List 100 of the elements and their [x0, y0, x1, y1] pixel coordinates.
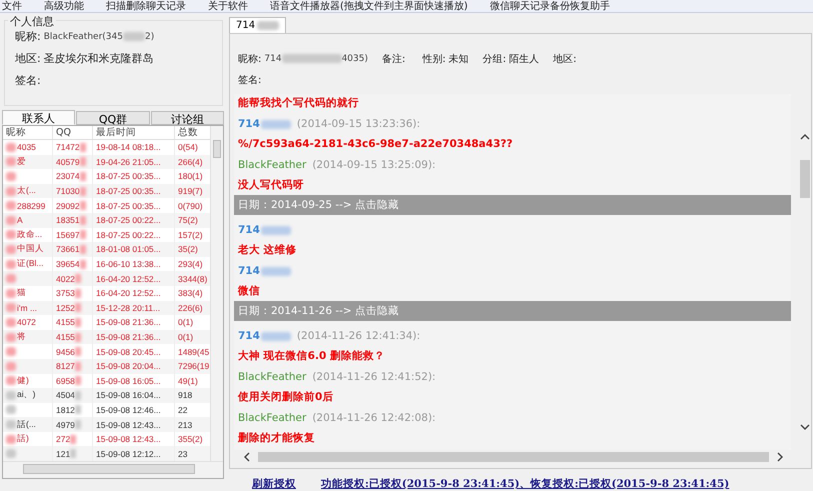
- link[interactable]: 功能授权:已授权(2015-9-8 23:41:45)、恢复授权:已授权(2015-9-8 23:41:45): [321, 477, 730, 491]
- table-cell: 16-04-20 12:52...: [93, 271, 175, 286]
- field-label: 地区:: [15, 51, 41, 66]
- table-cell: 15-09-08 16:04...: [93, 388, 175, 403]
- scroll-thumb[interactable]: [800, 160, 810, 198]
- table-cell: 8127: [56, 361, 75, 372]
- message-text: 大神 现在微信6.0 删除能救？: [238, 349, 386, 364]
- menu-item[interactable]: 关于软件: [208, 1, 248, 12]
- table-cell: 中国人: [17, 243, 44, 256]
- table-cell: 23074: [56, 171, 80, 182]
- menu-item[interactable]: 高级功能: [44, 1, 84, 12]
- table-row[interactable]: 話(... 4979 15-09-08 12:43... 213: [3, 417, 210, 432]
- horizontal-scrollbar[interactable]: [3, 461, 223, 478]
- region-text: 圣皮埃尔和米克隆群岛: [44, 51, 154, 66]
- table-cell: 将: [17, 331, 26, 344]
- table-cell: 4155: [56, 317, 75, 328]
- table-cell: 73661: [56, 244, 80, 254]
- table-row[interactable]: A 18351 18-07-25 00:22... 75(2): [3, 212, 210, 228]
- message-text: 删除的才能恢复: [238, 431, 316, 446]
- table-cell: 猫: [17, 287, 26, 300]
- table-cell: 4504: [56, 390, 75, 400]
- message-text: 能帮我找个写代码的就行: [238, 96, 360, 111]
- message-time: (2014-11-26 12:42:08):: [312, 412, 436, 424]
- table-cell: 4979: [56, 420, 75, 430]
- redaction-block: [260, 226, 291, 234]
- table-cell: 9456: [56, 346, 75, 357]
- table-cell: 71472: [56, 142, 80, 152]
- sender-name: BlackFeather: [238, 159, 306, 171]
- table-cell: 4035: [17, 142, 36, 152]
- tab[interactable]: 联系人: [2, 110, 76, 125]
- sender-name: 714: [238, 118, 260, 130]
- scroll-down-icon[interactable]: [800, 424, 810, 430]
- nickname-text: 714: [264, 54, 282, 64]
- table-cell: 15-12-28 20:11...: [93, 300, 175, 316]
- sender-name: 714: [238, 265, 260, 277]
- table-cell: 39654: [56, 259, 80, 270]
- scroll-thumb[interactable]: [23, 464, 195, 474]
- table-cell: 4072: [17, 317, 36, 328]
- table-cell: 6958: [56, 376, 75, 386]
- table-cell: 15697: [56, 230, 80, 240]
- scroll-left-icon[interactable]: [244, 452, 250, 462]
- vertical-scrollbar[interactable]: [210, 126, 223, 461]
- menu-item[interactable]: 语音文件播放器(拖拽文件到主界面快速播放): [270, 1, 468, 12]
- tab[interactable]: 讨论组: [150, 111, 224, 125]
- table-cell: A: [17, 215, 23, 226]
- table-row[interactable]: 中国人 73661 18-01-08 01:05... 35(2): [3, 242, 210, 257]
- table-row[interactable]: 121 15-09-08 12:12... 23: [3, 446, 210, 461]
- redaction-block: [260, 266, 291, 276]
- field-label: 昵称:: [238, 52, 262, 66]
- table-cell: 15-09-08 20:04...: [93, 358, 175, 374]
- tab[interactable]: 714: [229, 17, 286, 33]
- table-cell: 3753: [56, 288, 75, 298]
- nickname-text: 2): [144, 32, 154, 42]
- table-cell: ai、): [17, 389, 36, 402]
- table-cell: 15-09-08 21:36...: [93, 330, 175, 344]
- sender-name: BlackFeather: [238, 412, 306, 424]
- table-cell: 15-09-08 12:43...: [93, 417, 175, 432]
- table-row[interactable]: i'm ... 1252 15-12-28 20:11... 226(6): [3, 300, 210, 316]
- tab[interactable]: QQ群: [76, 111, 150, 125]
- table-row[interactable]: 太(... 71030 18-07-25 00:35... 919(7): [3, 184, 210, 198]
- table-cell: 政命...: [17, 228, 42, 241]
- column-header[interactable]: 最后时间: [93, 126, 175, 139]
- redaction-block: [282, 54, 342, 63]
- table-row[interactable]: ai、) 4504 15-09-08 16:04... 918: [3, 388, 210, 403]
- menu-item[interactable]: 文件: [2, 1, 22, 12]
- sender-name: 714: [238, 330, 260, 342]
- group-text: 陌生人: [509, 52, 540, 66]
- message-text: 使用关闭删除前0后: [238, 390, 334, 405]
- table-cell: 18-01-08 01:05...: [93, 242, 175, 257]
- link[interactable]: 刷新授权: [252, 477, 296, 491]
- column-header[interactable]: QQ: [53, 126, 93, 139]
- table-cell: i'm ...: [17, 302, 38, 313]
- group-title: 个人信息: [8, 14, 56, 29]
- scroll-up-icon[interactable]: [800, 134, 810, 140]
- table-cell: 18-07-25 00:22...: [93, 212, 175, 228]
- sender-name: BlackFeather: [238, 371, 306, 383]
- field-label: 分组:: [482, 52, 506, 66]
- table-cell: 272: [56, 434, 70, 444]
- table-row[interactable]: 8127 15-09-08 20:04... 7296(19: [3, 358, 210, 374]
- message-text: 老大 这维修: [238, 243, 298, 258]
- message-text: 没人写代码呀: [238, 178, 305, 193]
- table-cell: 太(...: [17, 185, 36, 198]
- scroll-thumb[interactable]: [213, 140, 221, 158]
- menu-item[interactable]: 扫描删除聊天记录: [106, 1, 186, 12]
- nickname-text: BlackFeather(345: [44, 32, 123, 42]
- table-row[interactable]: 将 4155 15-09-08 21:36... 0(1): [3, 330, 210, 344]
- field-label: 签名:: [15, 73, 41, 88]
- field-label: 签名:: [238, 74, 262, 86]
- menu-item[interactable]: 微信聊天记录备份恢复助手: [490, 1, 610, 12]
- table-cell: 健): [17, 374, 29, 387]
- table-row[interactable]: 爱 40579 19-04-26 21:05... 266(4): [3, 154, 210, 170]
- table-row[interactable]: 4022 16-04-20 12:52... 3344(8): [3, 271, 210, 286]
- redaction-block: [260, 332, 291, 340]
- table-cell: 4022: [56, 274, 75, 284]
- column-header[interactable]: 昵称: [3, 126, 53, 139]
- scroll-right-icon[interactable]: [777, 452, 783, 462]
- nickname-text: 4035): [342, 54, 368, 64]
- message-time: (2014-11-26 12:41:34):: [296, 330, 420, 342]
- table-cell: 爱: [17, 156, 26, 168]
- scroll-thumb[interactable]: [258, 452, 769, 462]
